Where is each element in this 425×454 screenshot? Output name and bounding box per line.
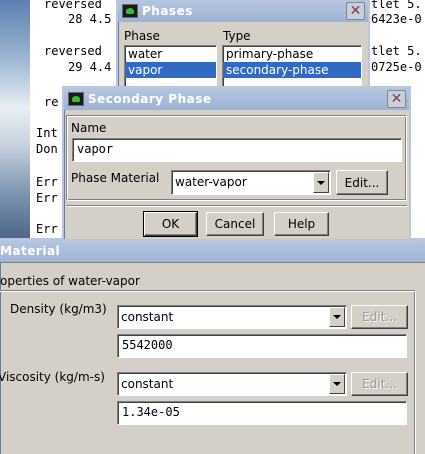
console-line: Int [36, 126, 58, 140]
type-list[interactable]: primary-phase secondary-phase [222, 45, 362, 91]
console-line: 0725e-0 [371, 60, 422, 74]
close-icon: ✕ [390, 91, 403, 107]
ok-button[interactable]: OK [143, 211, 198, 237]
close-icon: ✕ [349, 3, 362, 19]
fluent-app-icon [68, 92, 84, 106]
chevron-down-icon[interactable] [313, 172, 329, 193]
phases-window: Phases ✕ Phase Type water vapor primary-… [116, 0, 370, 91]
console-line: Err [36, 191, 58, 205]
secondary-phase-dialog: Secondary Phase ✕ Name vapor Phase Mater… [62, 86, 411, 241]
phase-material-value: water-vapor [175, 175, 247, 189]
secondary-phase-title: Secondary Phase [88, 92, 212, 106]
density-edit-button[interactable]: Edit... [351, 305, 408, 329]
divider [66, 205, 407, 206]
viscosity-value-field[interactable]: 1.34e-05 [117, 401, 407, 425]
viscosity-method-select[interactable]: constant [117, 372, 347, 396]
secondary-phase-titlebar[interactable]: Secondary Phase [64, 88, 409, 110]
console-line: re [44, 95, 59, 109]
phase-material-label: Phase Material [71, 171, 160, 185]
console-line: tlet 5. [371, 0, 422, 11]
divider [0, 262, 425, 263]
desktop-background [0, 0, 30, 240]
material-titlebar[interactable]: Material [0, 240, 425, 262]
phase-material-select[interactable]: water-vapor [171, 170, 331, 195]
console-line: tlet 5. [371, 44, 422, 58]
secondary-phase-close-button[interactable]: ✕ [387, 90, 406, 108]
type-column-header: Type [223, 29, 251, 43]
viscosity-label: Viscosity (kg/m-s) [0, 370, 105, 384]
chevron-down-icon[interactable] [329, 307, 345, 327]
phase-list-item[interactable]: water [125, 46, 216, 62]
phase-list[interactable]: water vapor [124, 45, 217, 91]
fluent-app-icon [122, 4, 138, 18]
chevron-down-icon[interactable] [329, 374, 345, 394]
density-value-field[interactable]: 5542000 [117, 334, 407, 358]
density-label: Density (kg/m3) [10, 302, 107, 316]
viscosity-method-value: constant [121, 377, 174, 391]
console-line: reversed [44, 44, 102, 58]
phases-title: Phases [142, 4, 193, 18]
material-window: Material operties of water-vapor Density… [0, 238, 425, 454]
type-list-item[interactable]: secondary-phase [223, 62, 361, 78]
console-line: reversed [44, 0, 102, 11]
viscosity-edit-button[interactable]: Edit... [351, 372, 408, 396]
properties-heading: operties of water-vapor [0, 274, 140, 288]
material-title: Material [0, 244, 61, 258]
cancel-button[interactable]: Cancel [206, 212, 264, 236]
phase-material-edit-button[interactable]: Edit... [336, 170, 388, 195]
console-line: Err [36, 175, 58, 189]
name-label: Name [71, 121, 107, 135]
phase-name-input[interactable]: vapor [72, 138, 402, 162]
density-method-value: constant [121, 310, 174, 324]
phase-column-header: Phase [124, 29, 160, 43]
console-line: Don [36, 142, 58, 156]
help-button[interactable]: Help [274, 212, 329, 236]
type-list-item[interactable]: primary-phase [223, 46, 361, 62]
console-line: 28 4.5 [68, 12, 112, 26]
phase-list-item[interactable]: vapor [125, 62, 216, 78]
console-line: 6423e-0 [371, 12, 422, 26]
phases-titlebar[interactable]: Phases [118, 0, 368, 22]
console-line: Err [36, 222, 58, 236]
console-line: 29 4.4 [68, 60, 112, 74]
density-method-select[interactable]: constant [117, 305, 347, 329]
phases-close-button[interactable]: ✕ [346, 2, 365, 20]
